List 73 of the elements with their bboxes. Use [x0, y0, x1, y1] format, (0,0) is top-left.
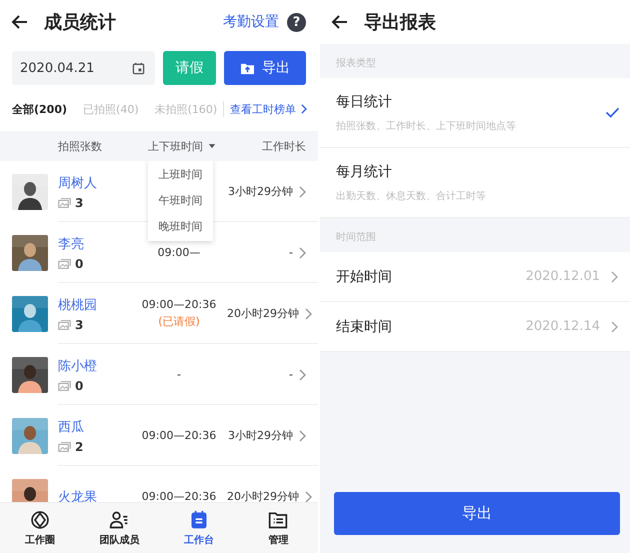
photo-count: 3 [75, 196, 84, 210]
member-name[interactable]: 桃桃园 [58, 296, 131, 314]
tab-bar-item[interactable]: 管理 [238, 503, 318, 553]
work-duration: 20小时29分钟 [227, 489, 299, 502]
photo-icon [58, 258, 71, 268]
folder-upload-icon [240, 62, 256, 74]
chevron-icon[interactable] [298, 246, 306, 258]
work-time: 09:00—20:36 [142, 298, 216, 311]
chevron-icon[interactable] [298, 186, 306, 198]
chevron-icon [610, 270, 618, 282]
option-title: 每月统计 [336, 162, 393, 180]
member-name[interactable]: 西瓜 [58, 418, 131, 436]
photo-icon [58, 320, 71, 330]
work-time: 09:00—20:36 [142, 490, 216, 502]
work-time: 09:00— [158, 246, 200, 259]
date-field[interactable]: 2020.04.21 [12, 51, 155, 85]
photo-count: 0 [75, 378, 84, 392]
tab-bar-item[interactable]: 工作圈 [0, 503, 80, 553]
chevron-icon[interactable] [304, 490, 312, 502]
work-duration: 3小时29分钟 [227, 184, 293, 199]
help-icon[interactable]: ? [287, 12, 306, 32]
folder-list-icon [268, 510, 288, 530]
page-title: 导出报表 [364, 11, 437, 34]
chevron-icon[interactable] [298, 430, 306, 442]
photo-icon [58, 198, 71, 208]
chevron-icon[interactable] [304, 308, 312, 320]
member-name[interactable]: 李亮 [58, 234, 131, 252]
work-duration: 3小时29分钟 [227, 428, 293, 443]
tab-bar-item[interactable]: 工作台 [159, 503, 238, 553]
work-time: 09:00—20:36 [142, 429, 216, 442]
work-duration: 20小时29分钟 [227, 306, 299, 321]
option-description: 出勤天数、休息天数、合计工时等 [336, 190, 487, 202]
leave-note: (已请假) [158, 314, 200, 329]
clipboard-icon [188, 510, 209, 530]
export-button[interactable]: 导出 [334, 492, 620, 535]
chevron-icon [300, 104, 308, 114]
option-description: 拍照张数、工作时长、上下班时间地点等 [336, 120, 517, 132]
attendance-settings-link[interactable]: 考勤设置 [223, 13, 279, 31]
option-title: 每日统计 [336, 92, 393, 110]
chevron-icon[interactable] [298, 368, 306, 380]
work-duration: - [288, 246, 293, 259]
aperture-icon [30, 510, 50, 530]
chevron-icon [610, 320, 618, 332]
menu-item[interactable]: 午班时间 [158, 192, 202, 208]
page-title: 成员统计 [44, 11, 117, 34]
member-name[interactable]: 火龙果 [58, 488, 131, 502]
report-type-option[interactable]: 每月统计 出勤天数、休息天数、合计工时等 [320, 148, 630, 218]
member-name[interactable]: 陈小橙 [58, 356, 131, 374]
menu-item[interactable]: 晚班时间 [158, 218, 202, 234]
menu-item[interactable]: 上班时间 [158, 166, 202, 182]
team-icon [109, 510, 130, 530]
work-time: - [177, 368, 181, 381]
export-button[interactable]: 导出 [224, 51, 306, 85]
photo-icon [58, 442, 71, 452]
photo-count: 0 [75, 256, 84, 270]
photo-count: 2 [75, 440, 84, 454]
photo-icon [58, 380, 71, 390]
member-name[interactable]: 周树人 [58, 174, 131, 192]
photo-count: 3 [75, 318, 84, 332]
work-duration: - [288, 368, 293, 381]
section-label: 报表类型 [335, 56, 377, 71]
column-header: 拍照张数 [58, 138, 103, 154]
caret-icon [208, 144, 216, 148]
hours-ranking-link[interactable]: 查看工时榜单 [230, 102, 308, 116]
column-header-sort[interactable]: 上下班时间 [138, 138, 238, 154]
date-picker-row[interactable]: 开始时间 2020.12.01 [320, 252, 630, 302]
date-picker-row[interactable]: 结束时间 2020.12.14 [320, 302, 630, 352]
calendar-icon [132, 62, 145, 74]
section-label: 时间范围 [335, 230, 377, 245]
tab-bar-item[interactable]: 团队成员 [80, 503, 159, 553]
filter-tab[interactable]: 全部(200) [12, 102, 68, 116]
column-header: 工作时长 [261, 138, 307, 154]
report-type-option[interactable]: 每日统计 拍照张数、工作时长、上下班时间地点等 [320, 78, 630, 148]
